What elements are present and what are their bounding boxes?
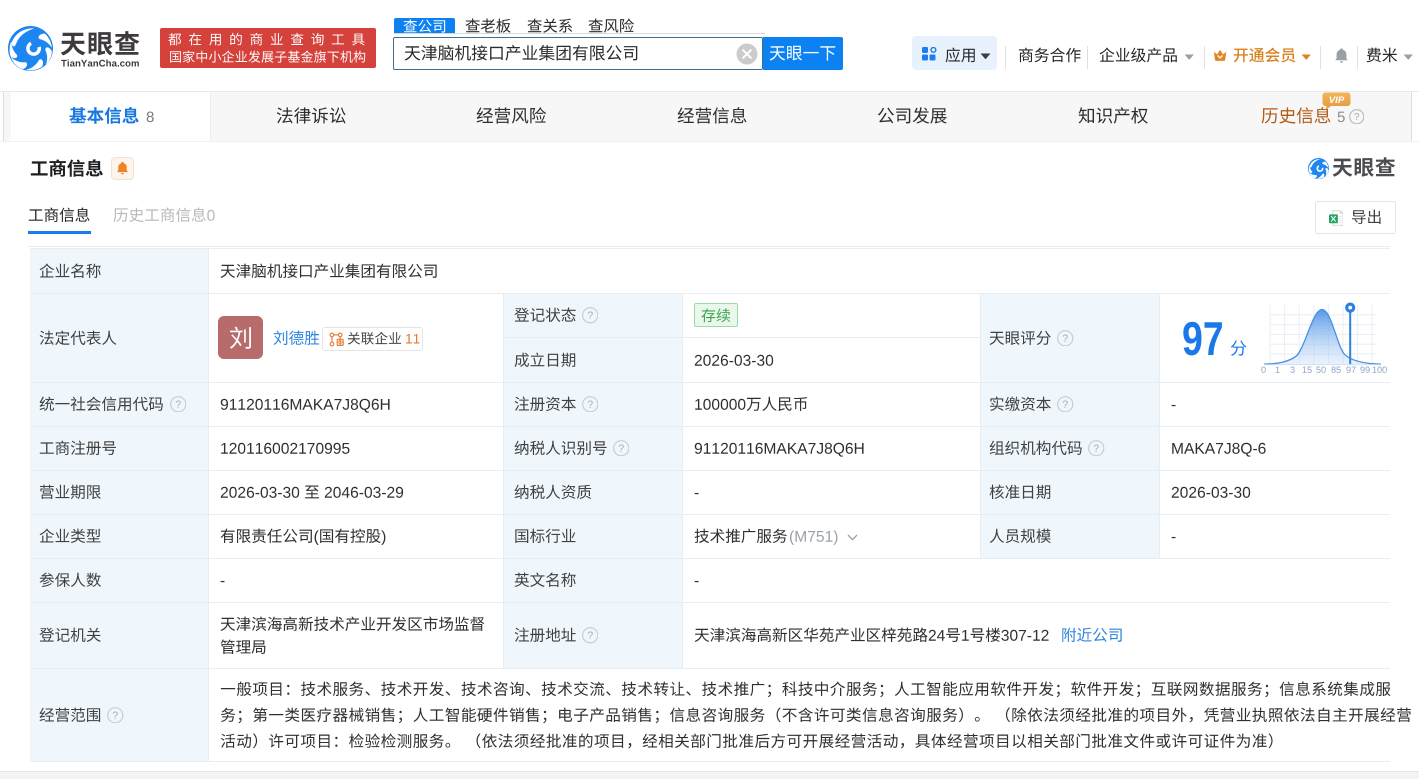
svg-text:?: ? <box>1062 333 1068 345</box>
svg-text:?: ? <box>618 443 624 455</box>
svg-text:?: ? <box>1353 112 1359 123</box>
svg-text:?: ? <box>587 630 593 642</box>
svg-text:VIP: VIP <box>1328 95 1344 106</box>
svg-text:?: ? <box>1062 399 1068 411</box>
svg-text:?: ? <box>587 399 593 411</box>
svg-text:?: ? <box>175 399 181 411</box>
svg-text:?: ? <box>1094 443 1100 455</box>
svg-text:?: ? <box>587 310 593 322</box>
svg-text:?: ? <box>112 710 118 722</box>
